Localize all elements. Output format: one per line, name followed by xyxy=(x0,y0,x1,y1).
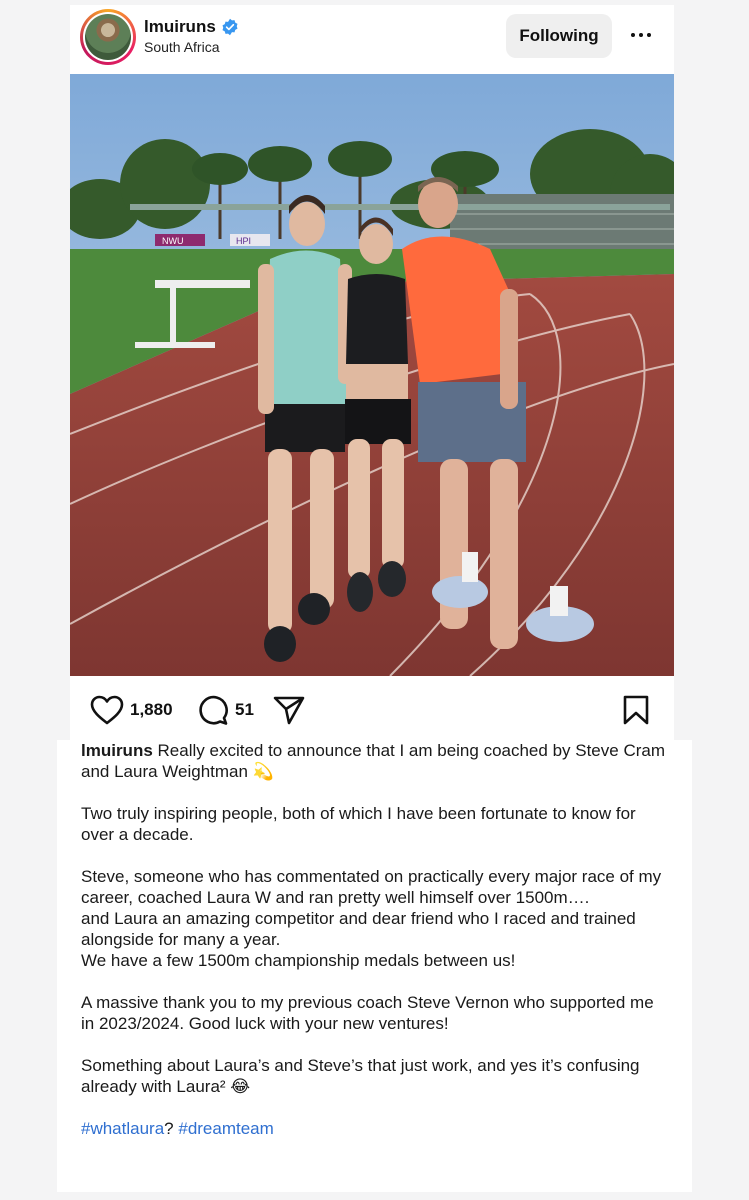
save-action[interactable] xyxy=(622,694,650,726)
post-username[interactable]: lmuiruns xyxy=(144,17,216,37)
more-options-icon[interactable] xyxy=(626,23,656,47)
post-location[interactable]: South Africa xyxy=(144,39,220,55)
hashtag-dreamteam[interactable]: #dreamteam xyxy=(178,1119,273,1138)
post-card: lmuiruns South Africa Following NWU HPI … xyxy=(70,5,674,740)
caption-paragraph-3c: We have a few 1500m championship medals … xyxy=(81,951,516,970)
caption-paragraph-4: A massive thank you to my previous coach… xyxy=(81,993,654,1033)
following-button[interactable]: Following xyxy=(506,14,612,58)
caption-paragraph-3a: Steve, someone who has commentated on pr… xyxy=(81,867,662,907)
hashtag-separator: ? xyxy=(164,1119,179,1138)
caption-line-1: Really excited to announce that I am bei… xyxy=(81,741,665,781)
caption: lmuiruns Really excited to announce that… xyxy=(57,740,692,1192)
photo-sign-1: NWU xyxy=(162,236,184,246)
share-icon[interactable] xyxy=(272,694,306,726)
caption-paragraph-5: Something about Laura’s and Steve’s that… xyxy=(81,1056,640,1096)
like-action[interactable]: 1,880 xyxy=(90,694,173,726)
caption-paragraph-2: Two truly inspiring people, both of whic… xyxy=(81,804,636,844)
caption-paragraph-3b: and Laura an amazing competitor and dear… xyxy=(81,909,636,949)
like-count[interactable]: 1,880 xyxy=(130,700,173,720)
bookmark-icon[interactable] xyxy=(622,694,650,726)
share-action[interactable] xyxy=(272,694,306,726)
verified-icon xyxy=(222,18,238,36)
post-header: lmuiruns South Africa Following xyxy=(70,5,674,75)
avatar[interactable] xyxy=(80,9,136,65)
post-actions: 1,880 51 xyxy=(70,685,674,735)
post-photo[interactable]: NWU HPI xyxy=(70,74,674,676)
photo-sign-2: HPI xyxy=(236,236,251,246)
hashtag-whatlaura[interactable]: #whatlaura xyxy=(81,1119,164,1138)
caption-first-paragraph: lmuiruns Really excited to announce that… xyxy=(81,740,668,782)
comment-icon[interactable] xyxy=(197,694,229,726)
comment-count[interactable]: 51 xyxy=(235,700,254,720)
heart-icon[interactable] xyxy=(90,695,124,725)
caption-username[interactable]: lmuiruns xyxy=(81,741,153,760)
caption-hashtags: #whatlaura? #dreamteam xyxy=(81,1118,668,1139)
comment-action[interactable]: 51 xyxy=(197,694,254,726)
